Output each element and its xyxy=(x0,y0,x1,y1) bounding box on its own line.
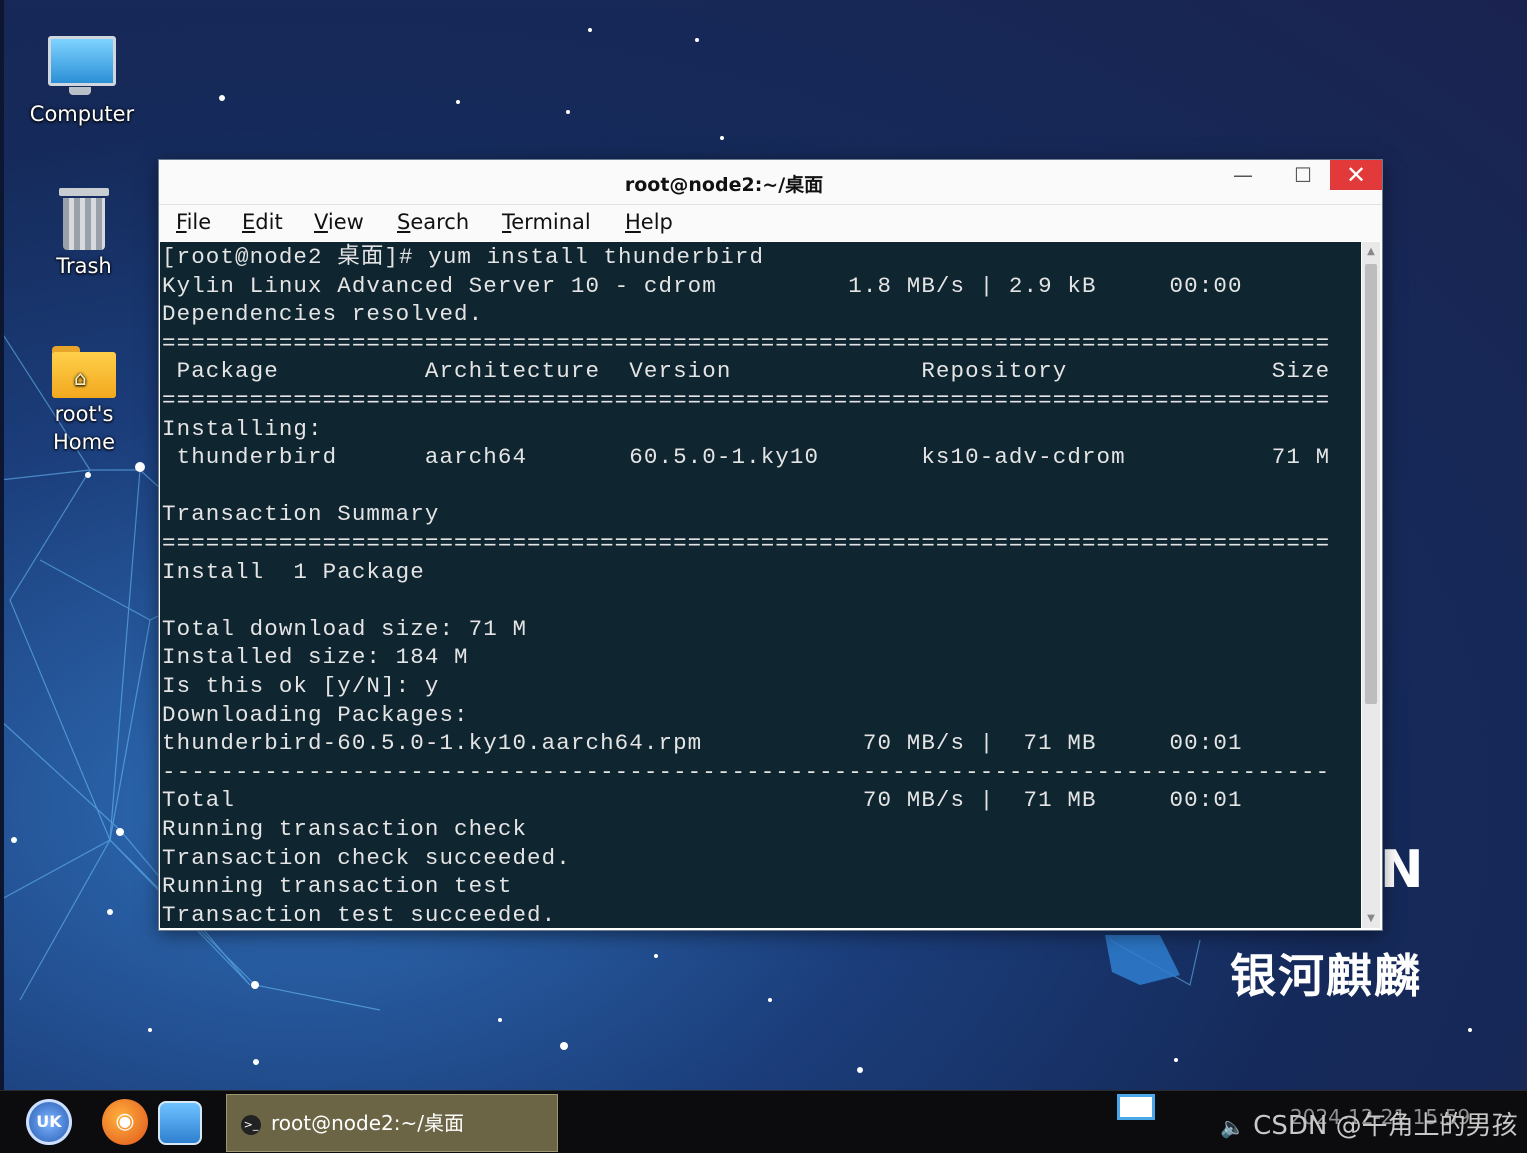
scrollbar-thumb[interactable] xyxy=(1365,264,1377,704)
desktop-icon-trash[interactable]: Trash xyxy=(24,188,144,280)
computer-icon xyxy=(48,36,116,95)
menu-mnemonic: E xyxy=(242,210,256,234)
menu-label: erminal xyxy=(511,210,591,234)
terminal-line: ----------------------------------------… xyxy=(162,758,1331,785)
menu-mnemonic: S xyxy=(397,210,411,234)
firefox-icon[interactable]: ◉ xyxy=(102,1099,148,1145)
menu-file[interactable]: File xyxy=(176,210,211,234)
taskbar-task-label: root@node2:~/桌面 xyxy=(271,1111,464,1135)
window-titlebar[interactable]: root@node2:~/桌面 — ☐ ✕ xyxy=(159,160,1382,205)
menu-help[interactable]: Help xyxy=(625,210,673,234)
terminal-line: thunderbird aarch64 60.5.0-1.ky10 ks10-a… xyxy=(162,444,1331,471)
terminal-line: Running transaction check xyxy=(162,816,528,842)
scroll-down-icon[interactable]: ▼ xyxy=(1362,913,1380,924)
terminal-line: Total 70 MB/s | 71 MB 00:01 xyxy=(162,787,1243,814)
home-folder-icon: ⌂ xyxy=(52,346,116,398)
terminal-line: Total download size: 71 M xyxy=(162,615,528,642)
terminal-line: Downloading Packages: xyxy=(162,701,469,728)
minimize-button[interactable]: — xyxy=(1217,160,1269,190)
trash-icon xyxy=(59,188,109,250)
terminal-line: Is this ok [y/N]: y xyxy=(162,673,440,699)
window-title: root@node2:~/桌面 xyxy=(624,174,824,196)
terminal-line: Dependencies resolved. xyxy=(162,301,484,328)
scroll-up-icon[interactable]: ▲ xyxy=(1362,246,1380,257)
menu-mnemonic: T xyxy=(502,210,512,234)
terminal-line: Installed size: 184 M xyxy=(162,644,469,671)
terminal-line: Running transaction test xyxy=(162,873,513,900)
close-button[interactable]: ✕ xyxy=(1330,160,1382,190)
desktop-icon-computer[interactable]: Computer xyxy=(22,36,142,128)
terminal-line: ========================================… xyxy=(162,329,1331,356)
tray-watermark: 🔈 2024-12-21 15:59 CSDN @午角上的男孩 xyxy=(1220,1105,1518,1142)
file-manager-icon[interactable] xyxy=(158,1101,202,1145)
brand-logo-fragment: N xyxy=(1380,840,1424,900)
terminal-window[interactable]: root@node2:~/桌面 — ☐ ✕ File Edit View Sea… xyxy=(159,160,1382,930)
terminal-line: Install 1 Package xyxy=(162,558,425,585)
brand-logo-text: 银河麒麟 xyxy=(1230,949,1422,1003)
menu-label: ile xyxy=(186,210,212,234)
terminal-icon: >_ xyxy=(241,1114,261,1135)
taskbar: UK ◉ >_ root@node2:~/桌面 🔈 2024-12-21 15:5… xyxy=(0,1090,1527,1153)
desktop-icon-label: Trash xyxy=(56,254,112,278)
menu-mnemonic: V xyxy=(314,210,328,234)
menu-terminal[interactable]: Terminal xyxy=(502,210,591,234)
menu-mnemonic: F xyxy=(176,210,187,234)
display-icon[interactable] xyxy=(1117,1094,1155,1120)
menu-view[interactable]: View xyxy=(314,210,364,234)
terminal-line: Transaction check succeeded. xyxy=(162,844,571,871)
maximize-button[interactable]: ☐ xyxy=(1277,160,1329,190)
volume-icon[interactable]: 🔈 xyxy=(1220,1115,1245,1139)
desktop-icon-label: Computer xyxy=(29,102,135,126)
menu-search[interactable]: Search xyxy=(397,210,469,234)
menu-label: elp xyxy=(640,210,673,234)
desktop-icon-home[interactable]: ⌂ root's Home xyxy=(24,346,144,456)
menu-bar: File Edit View Search Terminal Help xyxy=(159,205,1382,241)
taskbar-task-terminal[interactable]: >_ root@node2:~/桌面 xyxy=(226,1094,558,1152)
menu-label: dit xyxy=(255,210,283,234)
terminal-line: [root@node2 桌面]# yum install thunderbird xyxy=(162,244,765,270)
terminal-line: Transaction Summary xyxy=(162,501,440,528)
desktop-icon-label-line2: Home xyxy=(52,430,115,454)
terminal-line: ========================================… xyxy=(162,530,1331,556)
terminal-line: Transaction test succeeded. xyxy=(162,901,557,928)
terminal-line: Installing: xyxy=(162,415,323,442)
terminal-line: Package Architecture Version Repository … xyxy=(162,358,1331,385)
menu-mnemonic: H xyxy=(625,210,641,234)
terminal-line: ========================================… xyxy=(162,387,1331,413)
start-menu-button[interactable]: UK xyxy=(26,1099,72,1145)
clock: 2024-12-21 15:59 xyxy=(1290,1105,1471,1129)
screen-edge xyxy=(0,0,4,1090)
menu-label: earch xyxy=(410,210,470,234)
terminal-line: thunderbird-60.5.0-1.ky10.aarch64.rpm 70… xyxy=(162,730,1243,757)
terminal-output[interactable]: [root@node2 桌面]# yum install thunderbird… xyxy=(160,242,1361,928)
menu-label: iew xyxy=(327,210,364,234)
desktop-icon-label-line1: root's xyxy=(54,402,114,426)
terminal-line: Kylin Linux Advanced Server 10 - cdrom 1… xyxy=(162,272,1243,299)
terminal-scrollbar[interactable]: ▲ ▼ xyxy=(1362,242,1380,928)
menu-edit[interactable]: Edit xyxy=(242,210,283,234)
